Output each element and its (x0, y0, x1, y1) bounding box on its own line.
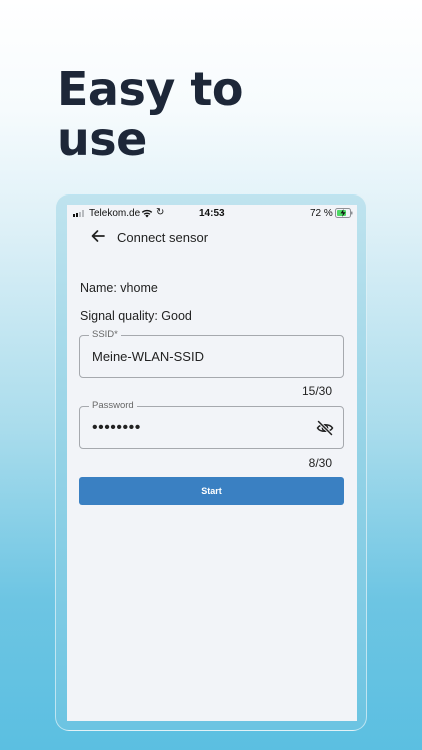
status-time: 14:53 (199, 208, 225, 219)
sync-icon: ↻ (156, 207, 165, 218)
wifi-icon (141, 209, 153, 218)
headline-line-1: Easy to (57, 62, 243, 116)
phone-screen: Telekom.de ↻ 14:53 72 % Connect sensor N… (67, 205, 357, 721)
page-title: Connect sensor (117, 230, 209, 245)
headline-line-2: use (57, 112, 147, 166)
password-masked-value: •••••••• (92, 419, 141, 436)
sensor-name: Name: vhome (80, 281, 158, 295)
password-label: Password (89, 400, 137, 412)
carrier-name: Telekom.de (89, 208, 141, 219)
ssid-label: SSID* (89, 329, 121, 341)
start-button[interactable]: Start (79, 477, 344, 505)
ssid-value: Meine-WLAN-SSID (92, 349, 204, 364)
status-bar: Telekom.de ↻ 14:53 72 % (67, 205, 357, 223)
password-field[interactable]: Password •••••••• (79, 400, 344, 449)
headline: Easy to use (57, 64, 243, 164)
signal-icon (73, 210, 84, 217)
password-char-counter: 8/30 (308, 456, 332, 470)
battery-charging-icon (335, 208, 353, 218)
app-bar: Connect sensor (67, 223, 357, 251)
eye-off-icon[interactable] (316, 419, 334, 437)
ssid-char-counter: 15/30 (301, 384, 332, 398)
arrow-left-icon[interactable] (90, 228, 106, 244)
ssid-field[interactable]: SSID* Meine-WLAN-SSID (79, 329, 344, 378)
phone-frame: Telekom.de ↻ 14:53 72 % Connect sensor N… (55, 194, 367, 731)
signal-quality: Signal quality: Good (80, 309, 192, 323)
battery-percentage: 72 % (310, 208, 333, 219)
